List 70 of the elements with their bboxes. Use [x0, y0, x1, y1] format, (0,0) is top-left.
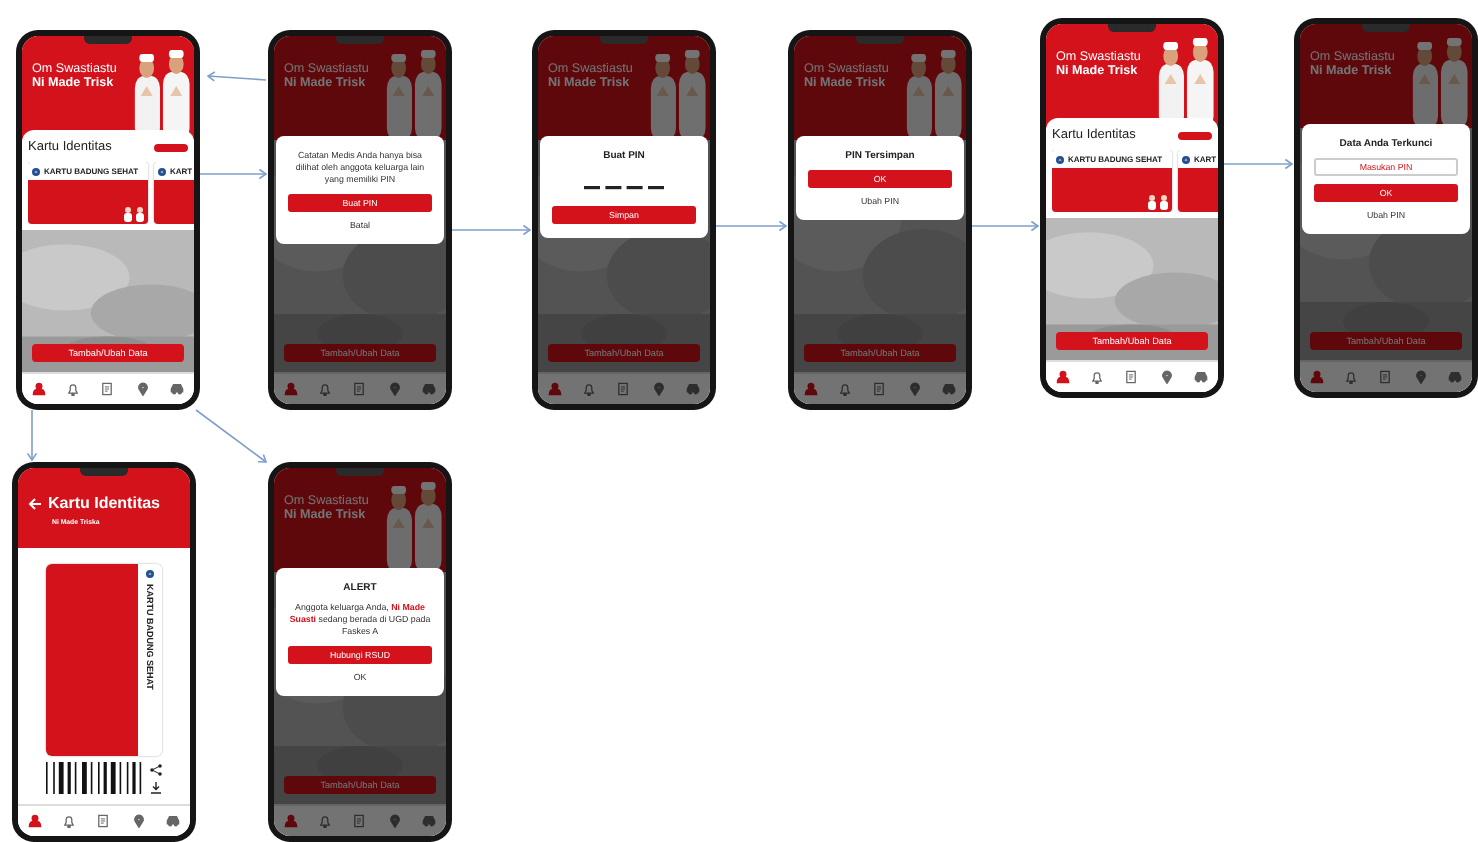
location-pin-icon[interactable] — [387, 382, 402, 396]
document-icon[interactable] — [872, 382, 887, 396]
location-pin-icon[interactable] — [651, 382, 666, 396]
share-icon[interactable] — [150, 763, 162, 775]
car-icon[interactable] — [169, 382, 184, 396]
view-all-button[interactable] — [1178, 131, 1212, 139]
bell-icon[interactable] — [318, 814, 333, 828]
car-icon[interactable] — [421, 382, 436, 396]
flow-arrow — [971, 220, 1040, 232]
document-icon[interactable] — [352, 814, 367, 828]
flow-arrow — [715, 220, 788, 232]
flow-arrow — [451, 224, 532, 236]
car-icon[interactable] — [421, 814, 436, 828]
bell-icon[interactable] — [1344, 370, 1359, 384]
camera-notch — [1108, 24, 1156, 32]
document-icon[interactable] — [1378, 370, 1393, 384]
person-icon[interactable] — [284, 382, 299, 396]
camera-notch — [84, 36, 132, 44]
logo-icon — [158, 167, 166, 175]
logo-icon — [1056, 155, 1064, 163]
person-icon[interactable] — [1310, 370, 1325, 384]
person-icon[interactable] — [284, 814, 299, 828]
location-pin-icon[interactable] — [135, 382, 150, 396]
flow-arrow — [195, 409, 268, 463]
car-icon[interactable] — [941, 382, 956, 396]
camera-notch — [1362, 24, 1410, 32]
location-pin-icon[interactable] — [1159, 370, 1174, 384]
flow-arrow — [199, 168, 268, 180]
camera-notch — [80, 468, 128, 476]
camera-notch — [856, 36, 904, 44]
logo-icon — [146, 570, 154, 578]
bell-icon[interactable] — [318, 382, 333, 396]
flow-arrow — [26, 409, 38, 462]
download-icon[interactable] — [150, 781, 162, 793]
document-icon[interactable] — [96, 814, 111, 828]
bell-icon[interactable] — [582, 382, 597, 396]
location-pin-icon[interactable] — [1413, 370, 1428, 384]
bell-icon[interactable] — [1090, 370, 1105, 384]
car-icon[interactable] — [685, 382, 700, 396]
camera-notch — [336, 468, 384, 476]
person-icon[interactable] — [32, 382, 47, 396]
barcode-icon — [46, 762, 142, 794]
page-title: Kartu Identitas — [48, 494, 161, 512]
location-pin-icon[interactable] — [131, 814, 146, 828]
bell-icon[interactable] — [838, 382, 853, 396]
logo-icon — [1182, 155, 1190, 163]
camera-notch — [600, 36, 648, 44]
view-all-button[interactable] — [154, 143, 188, 151]
document-icon[interactable] — [100, 382, 115, 396]
flow-arrow — [1223, 158, 1294, 170]
figures-icon — [122, 206, 146, 222]
person-icon[interactable] — [804, 382, 819, 396]
location-pin-icon[interactable] — [387, 814, 402, 828]
car-icon[interactable] — [1193, 370, 1208, 384]
bell-icon[interactable] — [66, 382, 81, 396]
document-icon[interactable] — [1124, 370, 1139, 384]
person-icon[interactable] — [28, 814, 43, 828]
camera-notch — [336, 36, 384, 44]
flow-arrow — [206, 71, 267, 82]
car-icon[interactable] — [1447, 370, 1462, 384]
figures-icon — [1146, 194, 1170, 210]
person-icon[interactable] — [548, 382, 563, 396]
location-pin-icon[interactable] — [907, 382, 922, 396]
bell-icon[interactable] — [62, 814, 77, 828]
car-icon[interactable] — [165, 814, 180, 828]
person-icon[interactable] — [1056, 370, 1071, 384]
back-arrow-icon[interactable] — [28, 497, 42, 509]
document-icon[interactable] — [616, 382, 631, 396]
logo-icon — [32, 167, 40, 175]
document-icon[interactable] — [352, 382, 367, 396]
